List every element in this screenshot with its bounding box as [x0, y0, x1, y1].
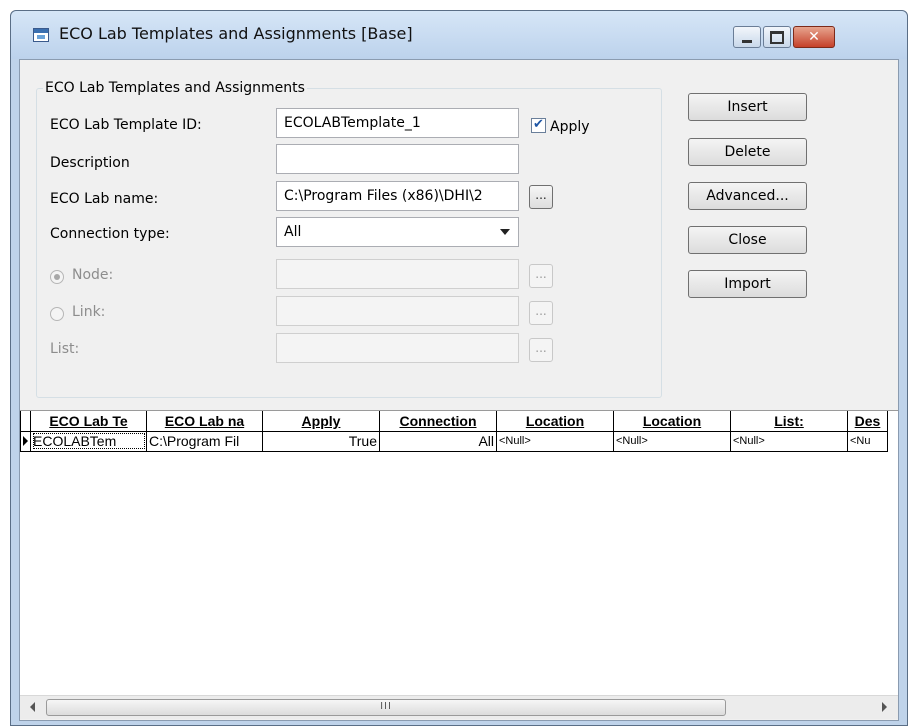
connection-type-select[interactable]: All — [276, 217, 519, 247]
grid-cell[interactable]: <Null> — [613, 430, 731, 452]
table-row[interactable]: ECOLABTem C:\Program Fil True All <Null>… — [20, 430, 888, 452]
advanced-button[interactable]: Advanced... — [688, 182, 807, 210]
link-input[interactable] — [276, 296, 519, 326]
dialog-client-area: ECO Lab Templates and Assignments ECO La… — [19, 59, 899, 721]
window-title: ECO Lab Templates and Assignments [Base] — [59, 24, 413, 43]
ecolab-name-input[interactable]: C:\Program Files (x86)\DHI\2 — [276, 181, 519, 211]
close-button[interactable]: Close — [688, 226, 807, 254]
grid-cell[interactable]: True — [262, 430, 380, 452]
scrollbar-thumb[interactable]: III — [46, 699, 726, 716]
list-browse-button[interactable]: ... — [529, 338, 553, 362]
column-header[interactable]: Des — [847, 411, 888, 432]
grid-cell[interactable]: C:\Program Fil — [146, 430, 263, 452]
node-label: Node: — [72, 267, 114, 283]
list-label: List: — [50, 341, 80, 357]
grid-cell[interactable]: All — [379, 430, 497, 452]
apply-checkbox[interactable]: ✔ — [531, 118, 546, 133]
assignments-grid[interactable]: ECO Lab Te ECO Lab na Apply Connection L… — [20, 410, 898, 695]
connection-type-value: All — [284, 224, 302, 240]
close-window-button[interactable]: ✕ — [793, 26, 835, 48]
app-window: ECO Lab Templates and Assignments [Base]… — [10, 10, 908, 726]
column-header[interactable]: Location — [496, 411, 614, 432]
column-header[interactable]: ECO Lab na — [146, 411, 263, 432]
column-header[interactable]: ECO Lab Te — [30, 411, 147, 432]
app-icon — [33, 28, 49, 42]
link-label: Link: — [72, 304, 106, 320]
group-legend: ECO Lab Templates and Assignments — [45, 80, 305, 96]
ecolab-browse-button[interactable]: ... — [529, 185, 553, 209]
horizontal-scrollbar[interactable]: III — [20, 695, 898, 719]
grid-cell[interactable]: <Null> — [730, 430, 848, 452]
description-label: Description — [50, 155, 130, 171]
column-header[interactable]: List: — [730, 411, 848, 432]
grid-cell[interactable]: <Null> — [496, 430, 614, 452]
chevron-down-icon — [500, 229, 510, 235]
grid-cell[interactable]: <Nu — [847, 430, 888, 452]
node-browse-button[interactable]: ... — [529, 264, 553, 288]
connection-type-label: Connection type: — [50, 226, 170, 242]
ecolab-name-label: ECO Lab name: — [50, 191, 159, 207]
template-id-input[interactable]: ECOLABTemplate_1 — [276, 108, 519, 138]
description-input[interactable] — [276, 144, 519, 174]
import-button[interactable]: Import — [688, 270, 807, 298]
maximize-button[interactable] — [763, 26, 791, 48]
title-bar[interactable]: ECO Lab Templates and Assignments [Base]… — [11, 11, 907, 59]
row-indicator — [20, 430, 31, 452]
scroll-right-icon[interactable] — [882, 702, 887, 712]
grid-table: ECO Lab Te ECO Lab na Apply Connection L… — [20, 411, 888, 452]
link-browse-button[interactable]: ... — [529, 301, 553, 325]
link-radio[interactable] — [50, 307, 64, 321]
apply-label: Apply — [550, 119, 590, 135]
minimize-button[interactable] — [733, 26, 761, 48]
template-id-label: ECO Lab Template ID: — [50, 117, 202, 133]
current-row-icon — [23, 435, 28, 446]
grid-header-row: ECO Lab Te ECO Lab na Apply Connection L… — [20, 411, 888, 432]
row-header-corner — [20, 411, 31, 432]
node-radio[interactable] — [50, 270, 64, 284]
delete-button[interactable]: Delete — [688, 138, 807, 166]
scroll-left-icon[interactable] — [30, 702, 35, 712]
column-header[interactable]: Location — [613, 411, 731, 432]
list-input[interactable] — [276, 333, 519, 363]
grid-cell[interactable]: ECOLABTem — [30, 430, 147, 452]
insert-button[interactable]: Insert — [688, 93, 807, 121]
column-header[interactable]: Connection — [379, 411, 497, 432]
column-header[interactable]: Apply — [262, 411, 380, 432]
node-input[interactable] — [276, 259, 519, 289]
